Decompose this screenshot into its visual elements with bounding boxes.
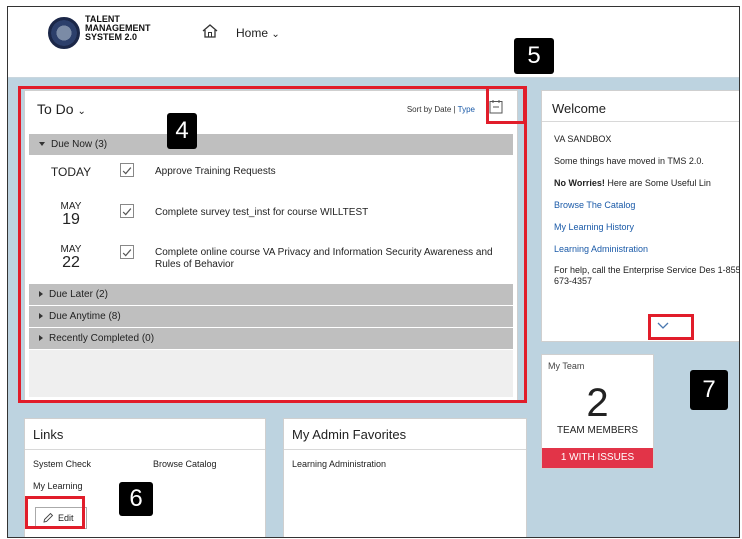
- chevron-down-icon: ⌄: [271, 29, 280, 40]
- callout-box-7: [648, 314, 694, 340]
- welcome-panel: Welcome VA SANDBOX Some things have move…: [541, 90, 740, 342]
- my-learning-link[interactable]: My Learning: [33, 481, 83, 491]
- links-title: Links: [33, 427, 64, 442]
- home-menu-label: Home: [236, 26, 269, 40]
- callout-box-6: [25, 496, 85, 529]
- welcome-no-worries: No Worries! Here are Some Useful Lin: [554, 178, 711, 188]
- system-check-link[interactable]: System Check: [33, 459, 91, 469]
- no-worries-bold: No Worries!: [554, 178, 605, 188]
- admin-favorites-panel: My Admin Favorites Learning Administrati…: [283, 418, 527, 537]
- issues-badge[interactable]: 1 WITH ISSUES: [542, 448, 653, 468]
- divider: [542, 121, 739, 122]
- callout-badge-4: 4: [167, 113, 197, 149]
- team-members-label: TEAM MEMBERS: [556, 425, 639, 436]
- learning-admin-link[interactable]: Learning Administration: [554, 244, 648, 254]
- callout-badge-7: 7: [690, 370, 728, 410]
- home-icon[interactable]: [202, 23, 218, 39]
- divider: [284, 449, 526, 450]
- divider: [25, 449, 265, 450]
- admin-favorites-title: My Admin Favorites: [292, 427, 407, 442]
- my-team-tile[interactable]: My Team 2 TEAM MEMBERS 1 WITH ISSUES: [541, 354, 654, 469]
- callout-box-4: [18, 86, 527, 403]
- brand-logo-text[interactable]: TALENT MANAGEMENT SYSTEM 2.0: [85, 15, 151, 42]
- learning-history-link[interactable]: My Learning History: [554, 222, 634, 232]
- callout-badge-5: 5: [514, 38, 554, 74]
- top-header: TALENT MANAGEMENT SYSTEM 2.0 Home ⌄: [8, 7, 739, 78]
- browse-catalog-link[interactable]: Browse Catalog: [153, 459, 217, 469]
- callout-box-5: [486, 86, 526, 124]
- welcome-org: VA SANDBOX: [554, 134, 612, 144]
- home-menu[interactable]: Home ⌄: [236, 26, 280, 40]
- my-team-title: My Team: [548, 361, 585, 371]
- welcome-moved-text: Some things have moved in TMS 2.0.: [554, 156, 704, 166]
- callout-badge-6: 6: [119, 482, 153, 516]
- learning-administration-link[interactable]: Learning Administration: [292, 459, 386, 469]
- browse-catalog-link[interactable]: Browse The Catalog: [554, 200, 635, 210]
- va-seal-icon: [48, 17, 80, 49]
- welcome-title: Welcome: [552, 101, 606, 116]
- no-worries-rest: Here are Some Useful Lin: [604, 178, 711, 188]
- team-member-count: 2: [586, 381, 609, 425]
- brand-line-3: SYSTEM 2.0: [85, 32, 138, 42]
- welcome-help-text: For help, call the Enterprise Service De…: [554, 265, 740, 286]
